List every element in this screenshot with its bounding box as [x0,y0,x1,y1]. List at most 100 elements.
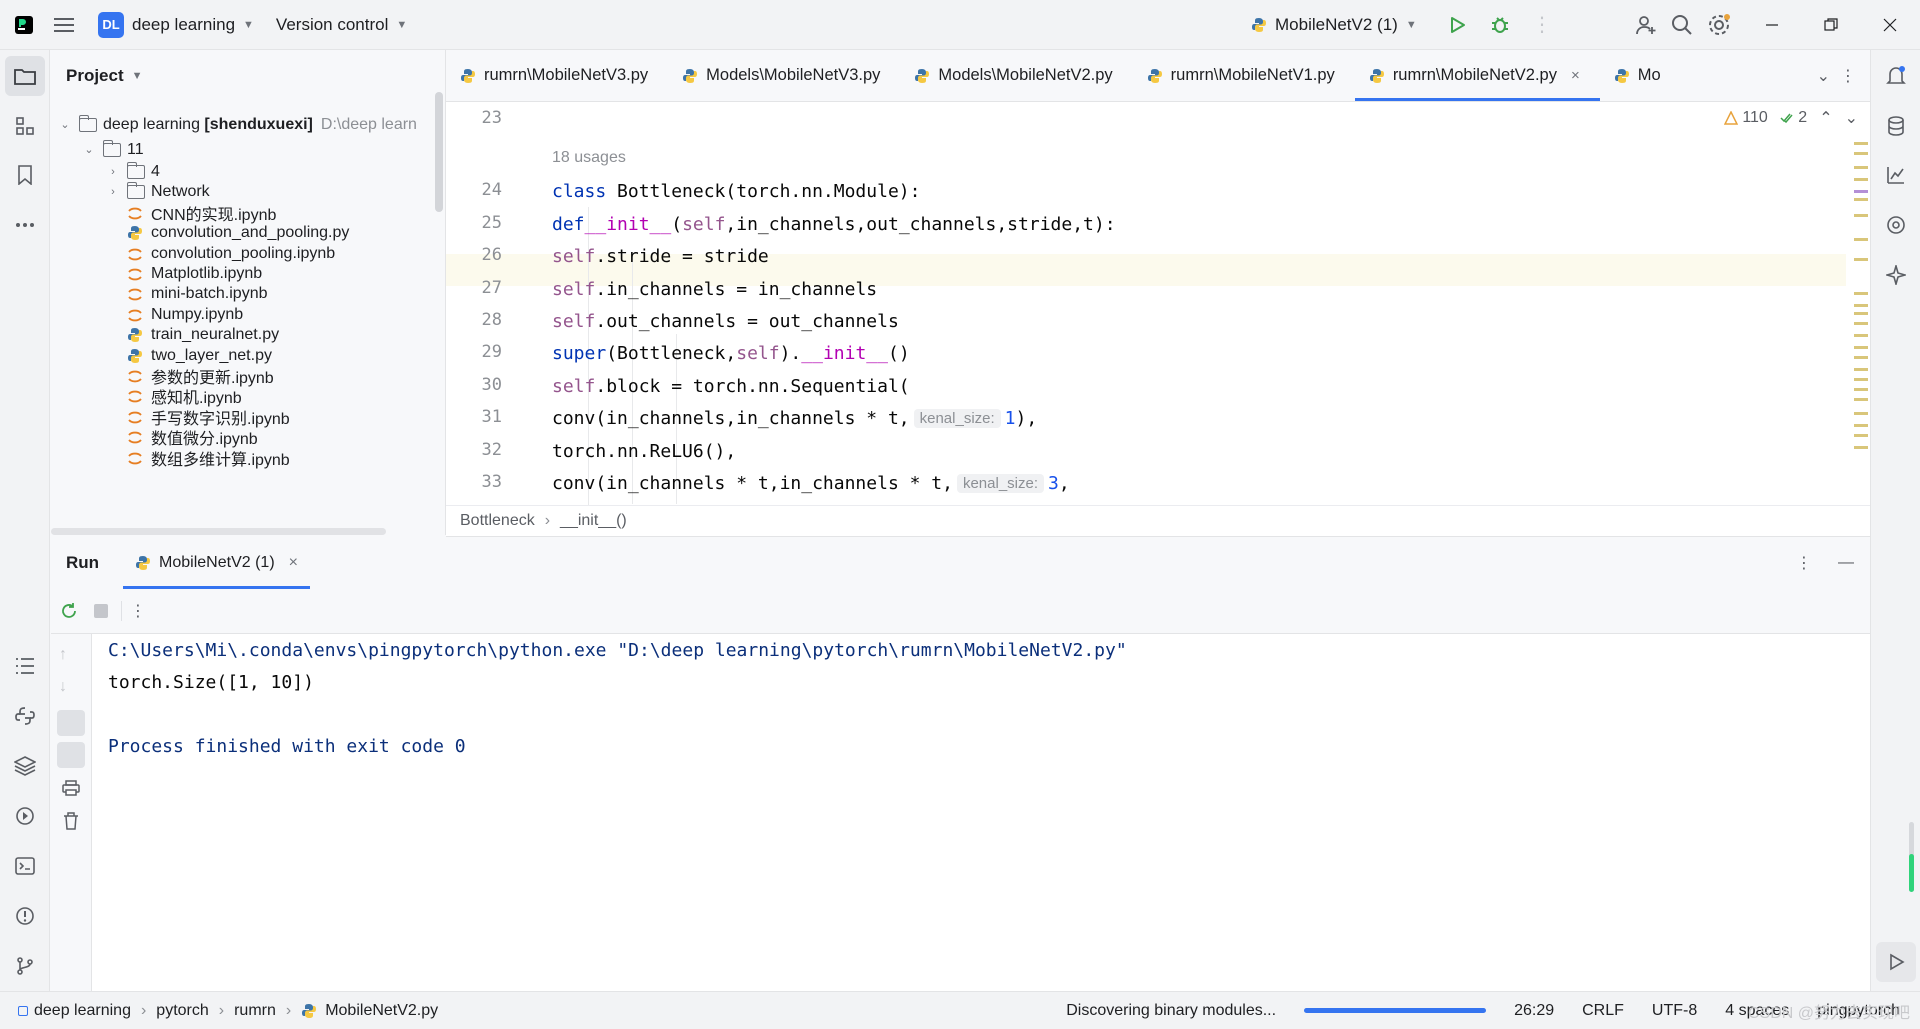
line-number[interactable]: 32 [482,440,502,460]
line-number[interactable]: 30 [482,375,502,395]
status-crumb-subfolder[interactable]: rumrn [234,1002,276,1020]
tree-file[interactable]: convolution_pooling.ipynb [127,244,335,264]
chevron-down-icon[interactable]: ⌄ [1845,108,1858,128]
warning-stripe-mark[interactable] [1854,214,1868,217]
breadcrumb-method[interactable]: __init__() [560,512,627,530]
chevron-up-icon[interactable]: ⌃ [1819,108,1832,128]
bookmarks-icon[interactable] [5,155,45,195]
file-encoding[interactable]: UTF-8 [1652,1002,1697,1020]
add-user-icon[interactable] [1626,5,1666,45]
caret-position[interactable]: 26:29 [1514,1002,1554,1020]
line-number[interactable]: 25 [482,213,502,233]
debug-icon[interactable] [1480,5,1520,45]
run-widget-icon[interactable] [1876,942,1916,982]
ok-count[interactable]: 2 [1780,109,1807,127]
tree-file[interactable]: 手写数字识别.ipynb [127,407,290,428]
warning-stripe-mark[interactable] [1854,412,1868,415]
warning-stripe-mark[interactable] [1854,198,1868,201]
chevron-down-icon[interactable]: ⌄ [57,118,73,131]
warning-stripe-mark[interactable] [1854,346,1868,349]
python-packages-icon[interactable] [5,746,45,786]
tree-file[interactable]: 数值微分.ipynb [127,427,258,448]
warning-stripe-mark[interactable] [1854,368,1868,371]
tree-file[interactable]: 数组多维计算.ipynb [127,448,290,469]
arrow-up-icon[interactable]: ↑ [59,646,67,664]
warning-stripe-mark[interactable] [1854,378,1868,381]
close-icon[interactable]: × [1571,67,1580,84]
database-icon[interactable] [1876,106,1916,146]
tree-file[interactable]: convolution_and_pooling.py [127,223,349,243]
background-task-progress[interactable] [1304,1008,1487,1013]
sciview-icon[interactable] [1876,155,1916,195]
status-crumb-project[interactable]: deep learning [34,1002,131,1020]
tree-folder[interactable]: › Network [105,182,210,202]
chevron-right-icon[interactable]: › [105,186,121,198]
project-scrollbar[interactable] [435,92,443,212]
version-control-menu[interactable]: Version control ▼ [268,8,415,42]
tree-file[interactable]: 参数的更新.ipynb [127,366,274,387]
warning-stripe-mark[interactable] [1854,258,1868,261]
minimize-window-icon[interactable] [1752,5,1792,45]
restore-window-icon[interactable] [1811,5,1851,45]
project-tool-icon[interactable] [5,56,45,96]
todo-list-icon[interactable] [5,646,45,686]
print-icon[interactable] [62,780,80,801]
run-icon[interactable] [1437,5,1477,45]
warning-stripe-mark[interactable] [1854,166,1868,169]
tree-file[interactable]: Matplotlib.ipynb [127,264,262,284]
project-panel-header[interactable]: Project ▼ [51,50,445,102]
trash-icon[interactable] [63,812,79,835]
chevron-down-icon[interactable]: ⌄ [81,143,97,156]
warning-stripe-mark[interactable] [1854,142,1868,145]
usages-hint[interactable]: 18 usages [552,149,626,167]
editor-tab[interactable]: rumrn\MobileNetV1.py [1133,50,1355,101]
more-actions-icon[interactable]: ⋮ [1522,5,1562,45]
warning-stripe-mark[interactable] [1854,334,1868,337]
search-icon[interactable] [1662,5,1702,45]
tree-folder-11[interactable]: ⌄ 11 [81,137,144,162]
warning-stripe-mark[interactable] [1854,312,1868,315]
line-number[interactable]: 31 [482,407,502,427]
ai-assistant-icon[interactable] [1876,255,1916,295]
warning-stripe-mark[interactable] [1854,178,1868,181]
tree-folder[interactable]: › 4 [105,162,160,182]
line-number[interactable]: 23 [482,108,502,128]
tree-file[interactable]: Numpy.ipynb [127,305,243,325]
close-icon[interactable]: × [289,554,298,572]
editor-tab[interactable]: rumrn\MobileNetV2.py × [1354,50,1600,101]
git-branch-icon[interactable] [5,946,45,986]
line-number[interactable]: 24 [482,180,502,200]
warning-count[interactable]: 110 [1723,109,1768,127]
warning-stripe-mark[interactable] [1854,434,1868,437]
editor-tab[interactable]: rumrn\MobileNetV3.py [446,50,668,101]
tree-file[interactable]: CNN的实现.ipynb [127,203,276,224]
close-window-icon[interactable] [1870,5,1910,45]
tree-file[interactable]: train_neuralnet.py [127,325,279,345]
project-hscrollbar[interactable] [51,528,386,535]
run-tab[interactable]: MobileNetV2 (1) × [123,537,310,589]
warning-stripe-mark[interactable] [1854,304,1868,307]
background-task-label[interactable]: Discovering binary modules... [1066,1002,1276,1020]
tree-file[interactable]: mini-batch.ipynb [127,284,268,304]
warning-stripe-mark[interactable] [1854,424,1868,427]
stop-icon[interactable] [89,604,113,618]
editor-tab[interactable]: Models\MobileNetV3.py [668,50,900,101]
inspection-widget[interactable]: 110 2 ⌃ ⌄ [1723,108,1858,128]
breadcrumb-class[interactable]: Bottleneck [460,512,535,530]
tree-file[interactable]: two_layer_net.py [127,346,272,366]
app-logo-icon[interactable] [4,5,44,45]
warning-stripe-mark[interactable] [1854,388,1868,391]
editor-tab[interactable]: Mo [1600,50,1661,101]
soft-wrap-icon[interactable] [57,710,85,736]
warning-stripe-mark[interactable] [1854,292,1868,295]
line-number[interactable]: 29 [482,342,502,362]
run-more-icon[interactable]: ⋮ [1796,553,1812,573]
scroll-to-end-icon[interactable] [57,742,85,768]
warning-stripe-mark[interactable] [1854,398,1868,401]
warning-stripe-mark[interactable] [1854,238,1868,241]
problems-icon[interactable] [5,896,45,936]
hide-panel-icon[interactable]: — [1838,554,1854,572]
more-tools-icon[interactable] [5,205,45,245]
endpoints-icon[interactable] [1876,205,1916,245]
tab-more-icon[interactable]: ⋮ [1840,50,1856,101]
